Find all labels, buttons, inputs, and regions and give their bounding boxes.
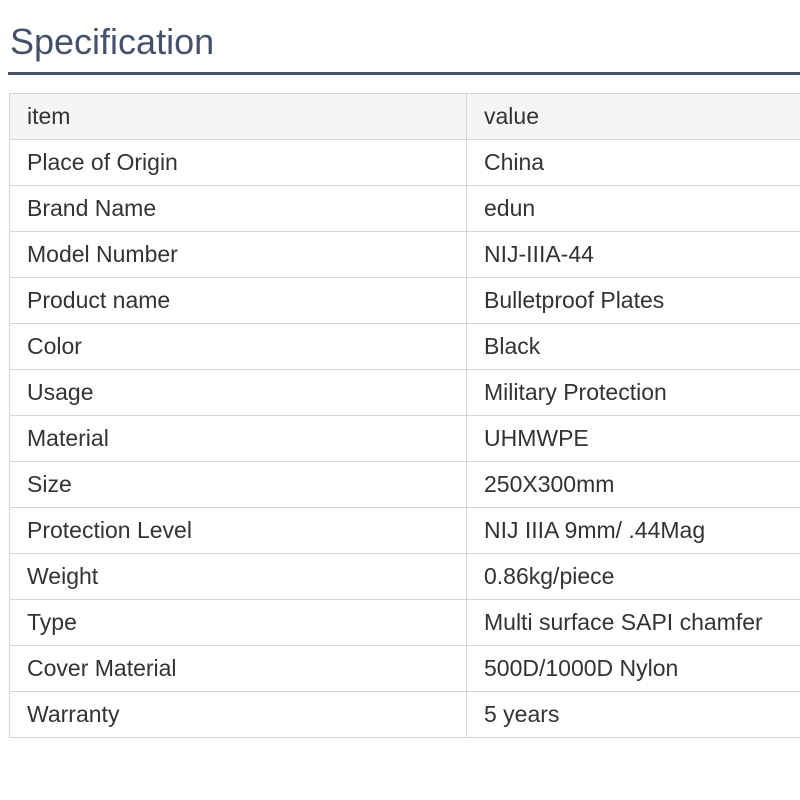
item-cell: Color	[9, 323, 467, 370]
table-row: Model Number NIJ-IIIA-44	[9, 231, 800, 278]
table-row: Type Multi surface SAPI chamfer	[9, 599, 800, 646]
value-cell: edun	[466, 185, 800, 232]
item-cell: Cover Material	[9, 645, 467, 692]
table-row: Cover Material 500D/1000D Nylon	[9, 645, 800, 692]
table-header-row: item value	[9, 93, 800, 140]
specification-table-body: item value Place of Origin China Brand N…	[9, 93, 800, 738]
table-row: Warranty 5 years	[9, 691, 800, 738]
item-cell: Product name	[9, 277, 467, 324]
item-cell: Brand Name	[9, 185, 467, 232]
value-cell: NIJ-IIIA-44	[466, 231, 800, 278]
value-cell: Multi surface SAPI chamfer	[466, 599, 800, 646]
value-cell: Bulletproof Plates	[466, 277, 800, 324]
header-cell-item: item	[9, 93, 467, 140]
table-row: Product name Bulletproof Plates	[9, 277, 800, 324]
value-cell: 0.86kg/piece	[466, 553, 800, 600]
item-cell: Type	[9, 599, 467, 646]
table-row: Protection Level NIJ IIIA 9mm/ .44Mag	[9, 507, 800, 554]
item-cell: Warranty	[9, 691, 467, 738]
value-cell: 500D/1000D Nylon	[466, 645, 800, 692]
value-cell: Military Protection	[466, 369, 800, 416]
table-row: Usage Military Protection	[9, 369, 800, 416]
table-row: Brand Name edun	[9, 185, 800, 232]
table-row: Size 250X300mm	[9, 461, 800, 508]
value-cell: UHMWPE	[466, 415, 800, 462]
value-cell: NIJ IIIA 9mm/ .44Mag	[466, 507, 800, 554]
value-cell: 5 years	[466, 691, 800, 738]
item-cell: Size	[9, 461, 467, 508]
item-cell: Usage	[9, 369, 467, 416]
specification-table: item value Place of Origin China Brand N…	[9, 93, 800, 738]
value-cell: China	[466, 139, 800, 186]
item-cell: Material	[9, 415, 467, 462]
item-cell: Place of Origin	[9, 139, 467, 186]
page-title: Specification	[10, 21, 215, 62]
item-cell: Model Number	[9, 231, 467, 278]
value-cell: 250X300mm	[466, 461, 800, 508]
table-row: Color Black	[9, 323, 800, 370]
table-row: Material UHMWPE	[9, 415, 800, 462]
value-cell: Black	[466, 323, 800, 370]
table-row: Place of Origin China	[9, 139, 800, 186]
table-row: Weight 0.86kg/piece	[9, 553, 800, 600]
header-cell-value: value	[466, 93, 800, 140]
item-cell: Weight	[9, 553, 467, 600]
item-cell: Protection Level	[9, 507, 467, 554]
title-divider	[8, 72, 800, 75]
